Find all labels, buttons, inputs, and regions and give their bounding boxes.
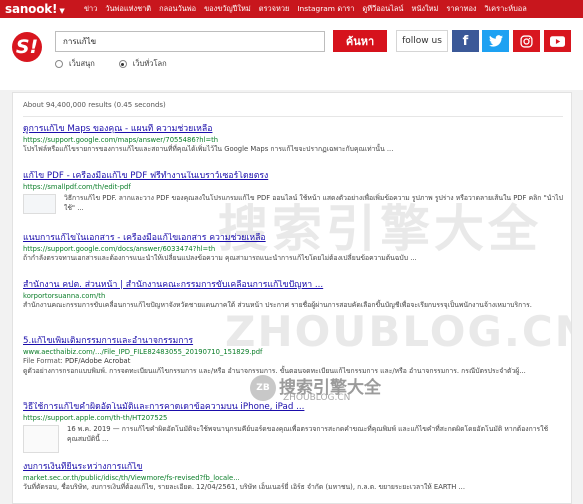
nav-link-fathers-day-poems[interactable]: กลอนวันพ่อ (159, 3, 196, 15)
top-nav-links: ข่าว วันพ่อแห่งชาติ กลอนวันพ่อ ของขวัญปี… (84, 3, 535, 15)
radio-worldwide-web[interactable] (118, 60, 127, 68)
nav-link-instagram-stars[interactable]: Instagram ดารา (297, 3, 354, 15)
result-snippet: ถ้ากำลังตรวจทานเอกสารและต้องการแนะนำให้เ… (23, 254, 417, 262)
result-thumbnail (23, 194, 56, 214)
twitter-icon[interactable] (482, 30, 509, 52)
result-snippet: โปรไฟล์หรือแก้ไขรายการของการแก้ไขและสถาน… (23, 145, 394, 153)
result-item: วิธีใช้การแก้ไขคำผิดอัตโนมัติและการคาดเด… (23, 402, 568, 453)
facebook-icon[interactable]: f (452, 30, 479, 52)
results-panel: 搜索引擎大全 ZHOUBLOG.CN ZB 搜索引擎大全 ZHOUBLOG.CN… (12, 92, 572, 504)
result-url: market.sec.or.th/public/idisc/th/Viewmor… (23, 474, 240, 482)
divider (23, 116, 563, 117)
nav-link-new-movies[interactable]: หนังใหม่ (411, 3, 438, 15)
result-title-link[interactable]: งบการเงินที่ยื่นระหว่างการแก้ไข (23, 462, 568, 473)
result-url: https://support.google.com/maps/answer/7… (23, 136, 219, 144)
watermark-badge: ZB (250, 375, 276, 401)
result-item: งบการเงินที่ยื่นระหว่างการแก้ไข market.s… (23, 462, 568, 493)
result-item: ดูการแก้ไข Maps ของคุณ - แผนที่ ความช่วย… (23, 124, 568, 155)
result-snippet: วันที่ตัดรอบ, ชื่อบริษัท, งบการเงินที่ต้… (23, 483, 466, 491)
result-url: https://smallpdf.com/th/edit-pdf (23, 183, 131, 191)
result-title-link[interactable]: แก้ไข PDF - เครื่องมือแก้ไข PDF ฟรีทำงาน… (23, 171, 568, 182)
radio-worldwide-web-label: เว็บทั่วโลก (132, 59, 167, 68)
page: sanook! ▼ ข่าว วันพ่อแห่งชาติ กลอนวันพ่อ … (0, 0, 583, 504)
result-snippet-block: 16 พ.ค. 2019 — การแก้ไขคำผิดอัตโนมัติจะใ… (67, 425, 549, 443)
caret-down-icon: ▼ (59, 7, 65, 15)
search-header: S! ค้นหา follow us f เว็บสนุก เว็บทั่วโล… (0, 18, 583, 90)
follow-us-label: follow us (396, 30, 448, 52)
result-item: 5.แก้ไขเพิ่มเติมกรรมการและอำนาจกรรมการ w… (23, 336, 568, 376)
radio-sanook-web-label: เว็บสนุก (69, 59, 95, 68)
brand-label: sanook! (5, 2, 58, 16)
search-button[interactable]: ค้นหา (333, 30, 387, 52)
nav-link-lottery[interactable]: ตรวจหวย (259, 3, 290, 15)
radio-sanook-web[interactable] (55, 60, 63, 68)
result-snippet: สำนักงานคณะกรรมการขับเคลื่อนการแก้ไขปัญห… (23, 301, 532, 309)
result-url: www.aecthaibiz.com/.../File_IPD_FILE8248… (23, 348, 263, 356)
result-title-link[interactable]: แนบการแก้ไขในเอกสาร - เครื่องมือแก้ไขเอก… (23, 233, 568, 244)
result-snippet: วิธีการแก้ไข PDF. ลากและวาง PDF ของคุณลง… (64, 194, 563, 212)
result-item: สำนักงาน คปต. ส่วนหน้า | สำนักงานคณะกรรม… (23, 280, 568, 311)
search-scope-options: เว็บสนุก เว็บทั่วโลก (55, 58, 191, 70)
file-format-label: File Format: (23, 357, 63, 365)
result-thumbnail (23, 425, 59, 453)
top-navigation-bar: sanook! ▼ ข่าว วันพ่อแห่งชาติ กลอนวันพ่อ … (0, 0, 583, 18)
results-stats: About 94,400,000 results (0.45 seconds) (23, 101, 166, 109)
result-item: แนบการแก้ไขในเอกสาร - เครื่องมือแก้ไขเอก… (23, 233, 568, 264)
nav-link-online-tv[interactable]: ดูทีวีออนไลน์ (362, 3, 403, 15)
sanook-logo[interactable]: S! (12, 32, 42, 62)
result-url: https://support.google.com/docs/answer/6… (23, 245, 216, 253)
result-title-link[interactable]: สำนักงาน คปต. ส่วนหน้า | สำนักงานคณะกรรม… (23, 280, 568, 291)
nav-link-news[interactable]: ข่าว (84, 3, 97, 15)
result-body: 16 พ.ค. 2019 — การแก้ไขคำผิดอัตโนมัติจะใ… (23, 425, 568, 453)
nav-link-new-year-gifts[interactable]: ของขวัญปีใหม่ (204, 3, 251, 15)
result-file-format: File Format: PDF/Adobe Acrobat (23, 357, 568, 367)
file-format-value: PDF/Adobe Acrobat (64, 357, 131, 365)
youtube-play-glyph (550, 35, 565, 47)
nav-link-gold-price[interactable]: ราคาทอง (446, 3, 476, 15)
result-url: https://support.apple.com/th-th/HT207525 (23, 414, 168, 422)
instagram-camera-glyph (520, 34, 533, 48)
instagram-icon[interactable] (513, 30, 540, 52)
result-snippet: การแก้ไขคำผิดอัตโนมัติจะใช้พจนานุกรมคีย์… (67, 425, 549, 443)
nav-link-fathers-day[interactable]: วันพ่อแห่งชาติ (105, 3, 151, 15)
result-title-link[interactable]: วิธีใช้การแก้ไขคำผิดอัตโนมัติและการคาดเด… (23, 402, 568, 413)
youtube-icon[interactable] (544, 30, 571, 52)
result-title-link[interactable]: 5.แก้ไขเพิ่มเติมกรรมการและอำนาจกรรมการ (23, 336, 568, 347)
result-title-link[interactable]: ดูการแก้ไข Maps ของคุณ - แผนที่ ความช่วย… (23, 124, 568, 135)
nav-link-football-analysis[interactable]: วิเคราะห์บอล (485, 3, 527, 15)
result-snippet: ดูตัวอย่างการกรอกแบบพิมพ์. การจดทะเบียนแ… (23, 366, 526, 375)
brand-menu[interactable]: sanook! ▼ (0, 2, 84, 16)
search-input[interactable] (55, 31, 325, 52)
result-item: แก้ไข PDF - เครื่องมือแก้ไข PDF ฟรีทำงาน… (23, 171, 568, 214)
result-url: korportorsuanna.com/th (23, 292, 106, 300)
twitter-bird-glyph (488, 35, 503, 47)
result-body: วิธีการแก้ไข PDF. ลากและวาง PDF ของคุณลง… (23, 194, 568, 214)
result-date: 16 พ.ค. 2019 (67, 425, 111, 433)
